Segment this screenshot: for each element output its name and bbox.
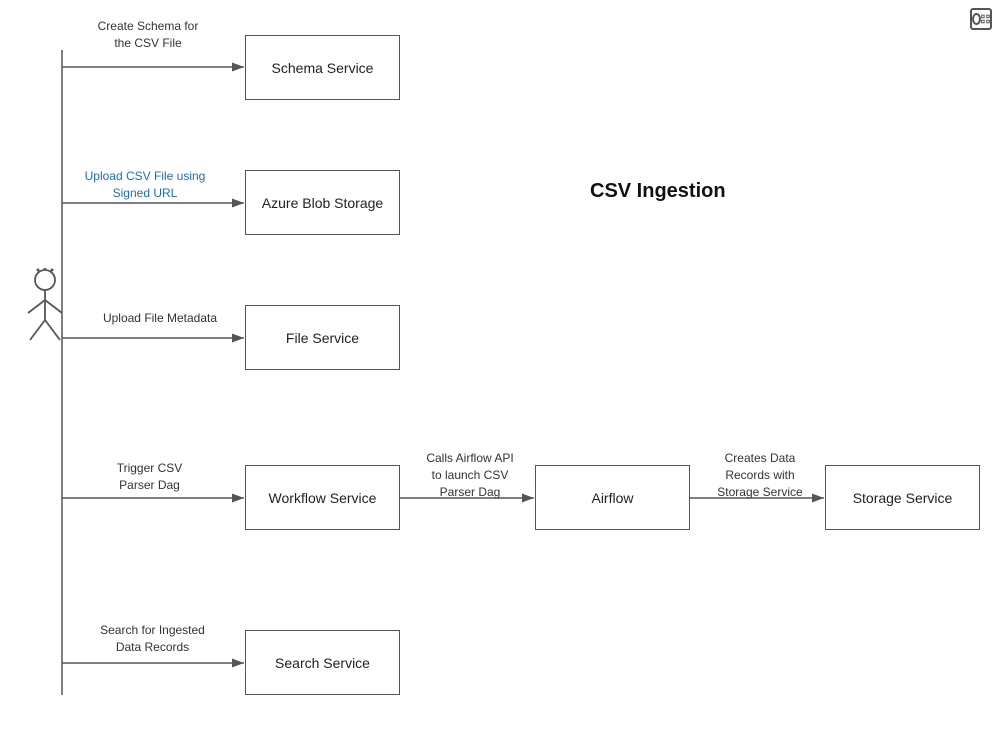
search-service-label: Search Service bbox=[275, 655, 370, 671]
label-upload-metadata-text: Upload File Metadata bbox=[103, 311, 217, 325]
diagram-title: CSV Ingestion bbox=[590, 180, 726, 203]
schema-service-box: Schema Service bbox=[245, 35, 400, 100]
storage-service-box: Storage Service bbox=[825, 465, 980, 530]
label-create-schema-text: Create Schema forthe CSV File bbox=[98, 19, 199, 50]
label-upload-csv: Upload CSV File usingSigned URL bbox=[60, 168, 230, 202]
airflow-label: Airflow bbox=[591, 490, 633, 506]
label-calls-airflow: Calls Airflow APIto launch CSVParser Dag bbox=[410, 450, 530, 500]
airflow-box: Airflow bbox=[535, 465, 690, 530]
focus-icon[interactable] bbox=[970, 8, 992, 30]
workflow-service-box: Workflow Service bbox=[245, 465, 400, 530]
file-service-label: File Service bbox=[286, 330, 359, 346]
label-creates-records-text: Creates DataRecords withStorage Service bbox=[717, 451, 802, 499]
workflow-service-label: Workflow Service bbox=[269, 490, 377, 506]
label-upload-csv-text: Upload CSV File usingSigned URL bbox=[85, 169, 206, 200]
label-creates-records: Creates DataRecords withStorage Service bbox=[700, 450, 820, 500]
schema-service-label: Schema Service bbox=[272, 60, 374, 76]
azure-blob-box: Azure Blob Storage bbox=[245, 170, 400, 235]
label-trigger-dag-text: Trigger CSVParser Dag bbox=[117, 461, 183, 492]
diagram-container: CSV Ingestion bbox=[0, 0, 1002, 734]
label-create-schema: Create Schema forthe CSV File bbox=[68, 18, 228, 52]
label-upload-metadata: Upload File Metadata bbox=[80, 310, 240, 327]
label-search-ingested-text: Search for IngestedData Records bbox=[100, 623, 205, 654]
file-service-box: File Service bbox=[245, 305, 400, 370]
stick-figure bbox=[18, 268, 73, 348]
azure-blob-label: Azure Blob Storage bbox=[262, 195, 383, 211]
label-search-ingested: Search for IngestedData Records bbox=[70, 622, 235, 656]
search-service-box: Search Service bbox=[245, 630, 400, 695]
label-trigger-dag: Trigger CSVParser Dag bbox=[72, 460, 227, 494]
storage-service-label: Storage Service bbox=[853, 490, 953, 506]
label-calls-airflow-text: Calls Airflow APIto launch CSVParser Dag bbox=[426, 451, 513, 499]
